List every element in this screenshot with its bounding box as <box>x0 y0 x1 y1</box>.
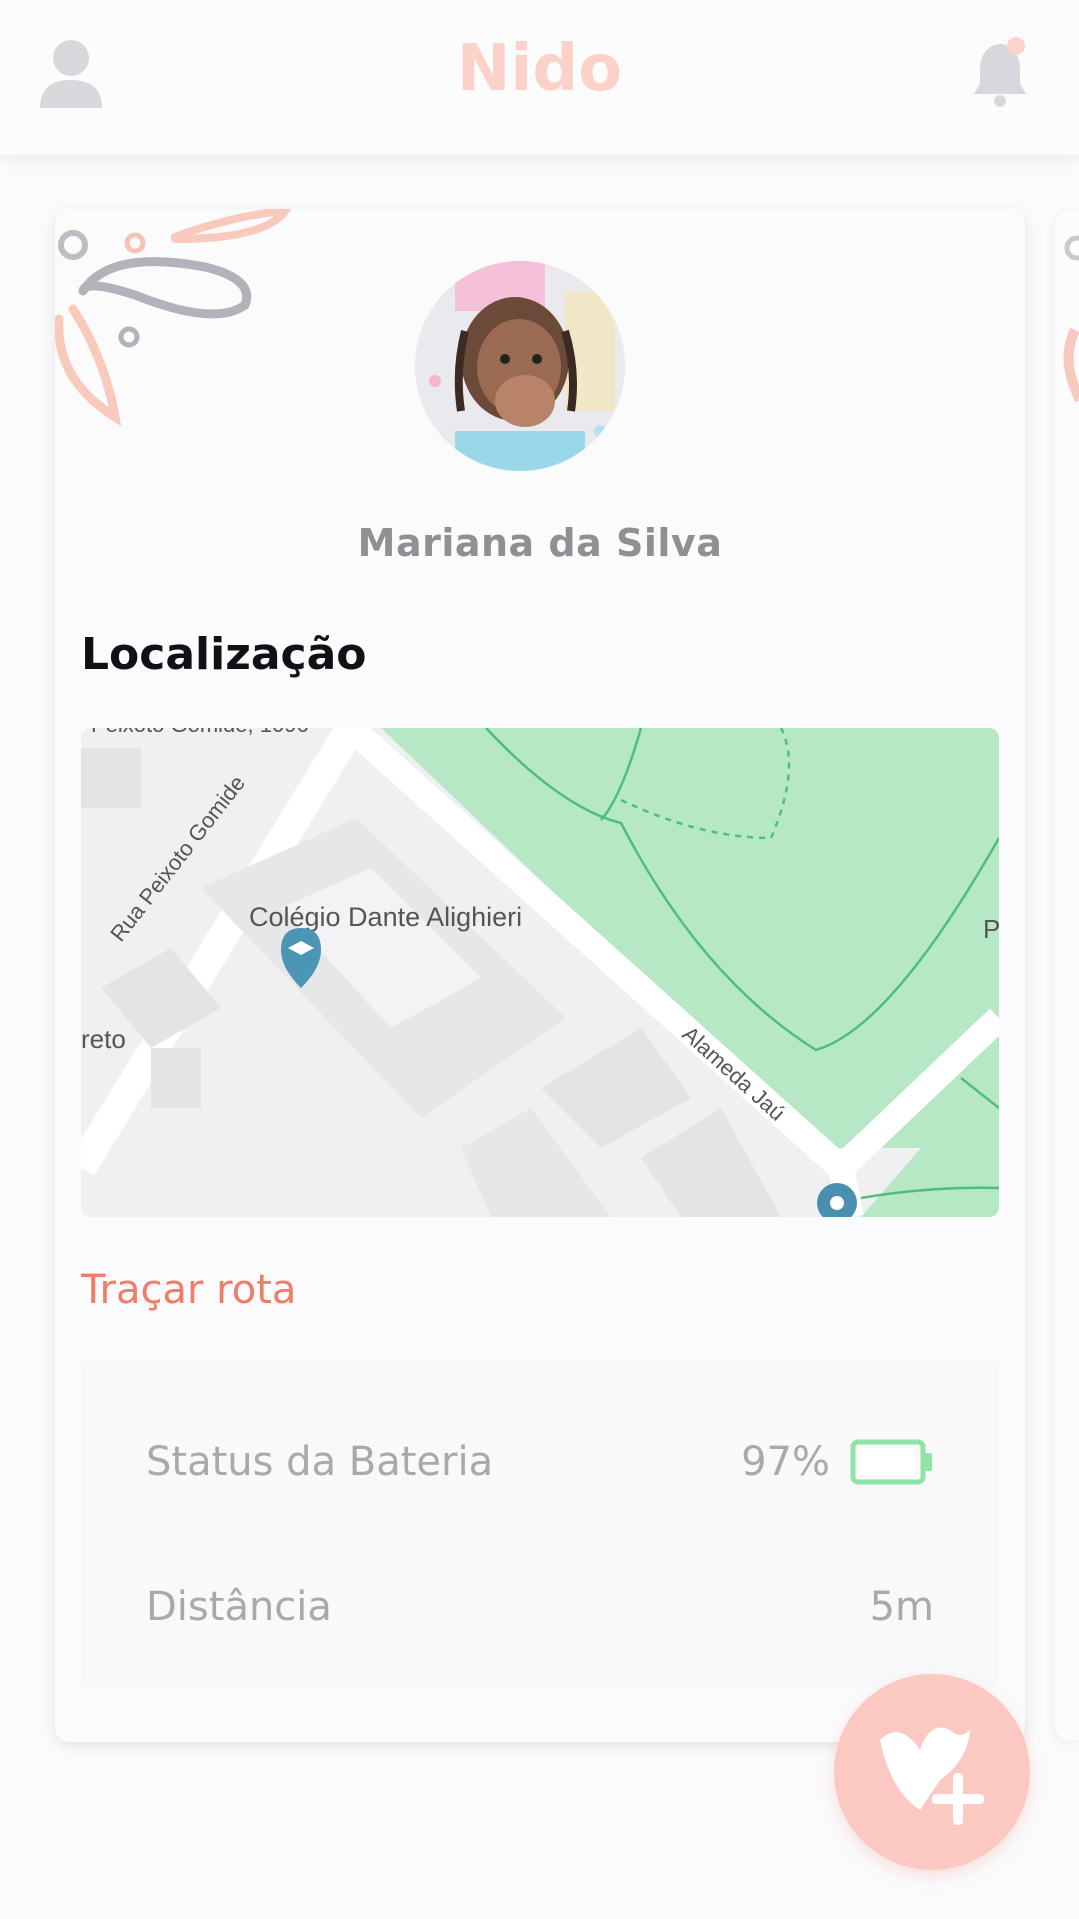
top-bar: Nido <box>0 0 1079 155</box>
add-child-button[interactable] <box>834 1674 1030 1870</box>
status-panel: Status da Bateria 97% Distância 5m <box>81 1359 999 1689</box>
distance-label: Distância <box>146 1584 332 1630</box>
previous-card-edge[interactable] <box>0 210 30 1740</box>
location-map[interactable]: Peixoto Gomide, 1096 Rua Peixoto Gomide … <box>81 728 999 1217</box>
doodle-decoration <box>55 209 292 427</box>
next-card-edge[interactable] <box>1055 210 1079 1740</box>
child-card: Mariana da Silva Localização Rua Peixoto… <box>55 209 1025 1742</box>
battery-value: 97% <box>741 1439 830 1485</box>
battery-label: Status da Bateria <box>146 1439 494 1485</box>
add-child-icon <box>880 1727 984 1825</box>
doodle-fragment <box>1063 235 1079 403</box>
child-avatar[interactable] <box>415 261 625 471</box>
bell-icon[interactable] <box>970 36 1032 108</box>
map-label-right-fragment: P <box>983 914 999 944</box>
distance-row: Distância 5m <box>146 1577 934 1637</box>
battery-row: Status da Bateria 97% <box>146 1432 934 1492</box>
card-header: Mariana da Silva <box>55 209 1025 573</box>
child-name: Mariana da Silva <box>357 521 723 565</box>
map-label-street-top: Peixoto Gomide, 1096 <box>91 728 309 737</box>
distance-value: 5m <box>869 1584 934 1630</box>
location-title: Localização <box>81 629 367 680</box>
app-title: Nido <box>456 32 623 106</box>
battery-icon <box>850 1439 932 1485</box>
map-label-left-fragment: reto <box>81 1024 126 1054</box>
trace-route-link[interactable]: Traçar rota <box>81 1267 296 1313</box>
map-label-school: Colégio Dante Alighieri <box>249 902 522 932</box>
